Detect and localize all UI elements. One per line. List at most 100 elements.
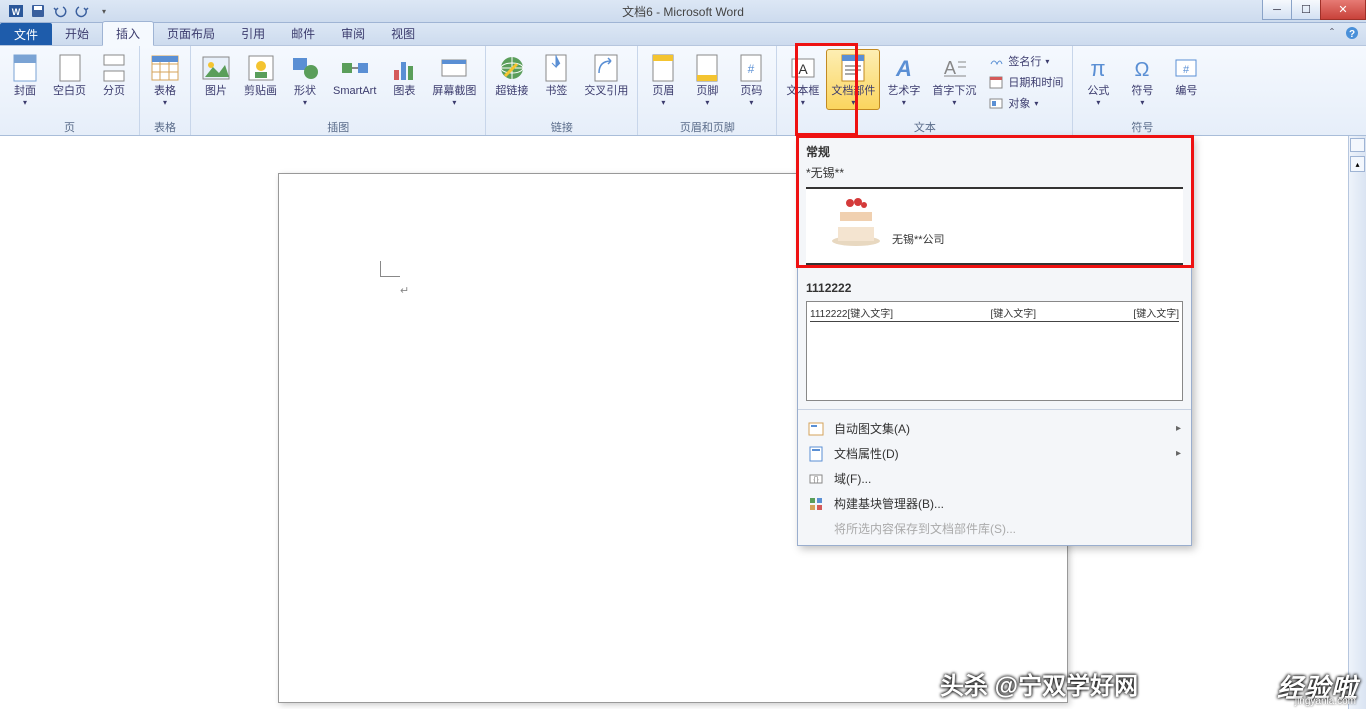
object-button[interactable]: 对象▾ bbox=[983, 93, 1068, 113]
group-symbols: π公式▾ Ω符号▾ #编号 符号 bbox=[1073, 46, 1211, 135]
docprop-icon bbox=[808, 446, 824, 462]
shapes-button[interactable]: 形状▾ bbox=[284, 49, 326, 110]
gallery-item-text: 无锡**公司 bbox=[892, 231, 945, 247]
chevron-right-icon: ▸ bbox=[1176, 448, 1181, 459]
svg-text:?: ? bbox=[1349, 29, 1355, 40]
menu-document-property[interactable]: 文档属性(D)▸ bbox=[798, 441, 1191, 466]
tab-layout[interactable]: 页面布局 bbox=[154, 22, 228, 45]
svg-text:A: A bbox=[895, 56, 912, 81]
tab-file[interactable]: 文件 bbox=[0, 23, 52, 45]
chevron-right-icon: ▸ bbox=[1176, 423, 1181, 434]
help-area: ˆ ? bbox=[1324, 25, 1360, 41]
help-icon[interactable]: ? bbox=[1344, 25, 1360, 41]
minimize-ribbon-icon[interactable]: ˆ bbox=[1324, 25, 1340, 41]
scroll-up-icon[interactable]: ▴ bbox=[1350, 156, 1365, 172]
svg-text:A: A bbox=[944, 58, 956, 78]
tab-review[interactable]: 审阅 bbox=[328, 22, 378, 45]
svg-text:A: A bbox=[798, 61, 808, 77]
ribbon-tabs: 文件 开始 插入 页面布局 引用 邮件 审阅 视图 ˆ ? bbox=[0, 23, 1366, 46]
svg-text:#: # bbox=[1183, 64, 1190, 76]
wordart-button[interactable]: A艺术字▾ bbox=[882, 49, 925, 110]
maximize-button[interactable]: ☐ bbox=[1291, 0, 1321, 20]
pagenum-button[interactable]: #页码▾ bbox=[730, 49, 772, 110]
symbol-button[interactable]: Ω符号▾ bbox=[1121, 49, 1163, 110]
equation-button[interactable]: π公式▾ bbox=[1077, 49, 1119, 110]
watermark-left: 头杀 @宁双学好网 bbox=[940, 666, 1138, 701]
window-controls: ─ ☐ ✕ bbox=[1262, 0, 1366, 20]
gallery-item-2[interactable]: 1112222[键入文字] [键入文字] [键入文字] bbox=[806, 301, 1183, 401]
chart-button[interactable]: 图表 bbox=[383, 49, 425, 101]
group-illustrations: 图片 剪贴画 形状▾ SmartArt 图表 屏幕截图▾ 插图 bbox=[191, 46, 486, 135]
footer-button[interactable]: 页脚▾ bbox=[686, 49, 728, 110]
titlebar: W ▾ 文档6 - Microsoft Word ─ ☐ ✕ bbox=[0, 0, 1366, 23]
ruler-toggle-icon[interactable] bbox=[1350, 138, 1365, 152]
signature-button[interactable]: 签名行▾ bbox=[983, 51, 1068, 71]
quick-parts-dropdown: 常规 *无锡** 无锡**公司 1112222 1112222[键入文字] [键… bbox=[797, 136, 1192, 546]
group-pages: 封面▾ 空白页 分页 页 bbox=[0, 46, 140, 135]
smartart-button[interactable]: SmartArt bbox=[328, 49, 381, 101]
quick-parts-button[interactable]: 文档部件▾ bbox=[826, 49, 880, 110]
minimize-button[interactable]: ─ bbox=[1262, 0, 1292, 20]
calendar-icon bbox=[988, 74, 1004, 90]
menu-autotext[interactable]: 自动图文集(A)▸ bbox=[798, 416, 1191, 441]
clipart-button[interactable]: 剪贴画 bbox=[239, 49, 282, 101]
qat-dropdown-icon[interactable]: ▾ bbox=[94, 2, 114, 20]
tab-view[interactable]: 视图 bbox=[378, 22, 428, 45]
dropcap-button[interactable]: A首字下沉▾ bbox=[927, 49, 981, 110]
paragraph-mark: ↵ bbox=[400, 284, 409, 297]
object-icon bbox=[988, 95, 1004, 111]
redo-icon[interactable] bbox=[72, 2, 92, 20]
signature-icon bbox=[988, 53, 1004, 69]
blocks-icon bbox=[808, 496, 824, 512]
quick-access-toolbar: W ▾ bbox=[0, 2, 114, 20]
undo-icon[interactable] bbox=[50, 2, 70, 20]
field-icon: {} bbox=[808, 471, 824, 487]
svg-text:π: π bbox=[1091, 56, 1106, 81]
dropdown-section-header: 常规 bbox=[798, 137, 1191, 162]
menu-field[interactable]: {} 域(F)... bbox=[798, 466, 1191, 491]
hyperlink-button[interactable]: 超链接 bbox=[490, 49, 533, 101]
save-icon[interactable] bbox=[28, 2, 48, 20]
tab-insert[interactable]: 插入 bbox=[102, 21, 154, 46]
save-selection-icon bbox=[808, 521, 824, 537]
margin-marker bbox=[380, 261, 400, 277]
page-break-button[interactable]: 分页 bbox=[93, 49, 135, 101]
blank-page-button[interactable]: 空白页 bbox=[48, 49, 91, 101]
watermark-url: jingyanla.com bbox=[1295, 696, 1356, 707]
screenshot-button[interactable]: 屏幕截图▾ bbox=[427, 49, 481, 110]
number-button[interactable]: #编号 bbox=[1165, 49, 1207, 101]
gallery-item-2-title: 1112222 bbox=[798, 273, 1191, 299]
close-button[interactable]: ✕ bbox=[1320, 0, 1366, 20]
datetime-button[interactable]: 日期和时间 bbox=[983, 72, 1068, 92]
svg-text:{}: {} bbox=[813, 475, 819, 484]
crossref-button[interactable]: 交叉引用 bbox=[579, 49, 633, 101]
word-icon[interactable]: W bbox=[6, 2, 26, 20]
svg-text:W: W bbox=[12, 7, 21, 17]
tab-references[interactable]: 引用 bbox=[228, 22, 278, 45]
menu-save-selection: 将所选内容保存到文档部件库(S)... bbox=[798, 516, 1191, 541]
separator bbox=[798, 409, 1191, 410]
textbox-button[interactable]: A文本框▾ bbox=[781, 49, 824, 110]
group-header-footer: 页眉▾ 页脚▾ #页码▾ 页眉和页脚 bbox=[638, 46, 777, 135]
tab-mailings[interactable]: 邮件 bbox=[278, 22, 328, 45]
ribbon: 封面▾ 空白页 分页 页 表格▾ 表格 图片 剪贴画 形状▾ SmartArt … bbox=[0, 46, 1366, 136]
group-links: 超链接 书签 交叉引用 链接 bbox=[486, 46, 638, 135]
autotext-icon bbox=[808, 421, 824, 437]
header-button[interactable]: 页眉▾ bbox=[642, 49, 684, 110]
cake-icon bbox=[828, 197, 884, 247]
window-title: 文档6 - Microsoft Word bbox=[0, 3, 1366, 20]
svg-text:Ω: Ω bbox=[1135, 59, 1150, 81]
tab-home[interactable]: 开始 bbox=[52, 22, 102, 45]
group-text: A文本框▾ 文档部件▾ A艺术字▾ A首字下沉▾ 签名行▾ 日期和时间 对象▾ … bbox=[777, 46, 1073, 135]
dropdown-menu: 自动图文集(A)▸ 文档属性(D)▸ {} 域(F)... 构建基块管理器(B)… bbox=[798, 412, 1191, 545]
bookmark-button[interactable]: 书签 bbox=[535, 49, 577, 101]
vertical-scrollbar[interactable] bbox=[1348, 136, 1366, 709]
svg-text:#: # bbox=[748, 62, 755, 76]
gallery-item-title: *无锡** bbox=[798, 162, 1191, 185]
group-tables: 表格▾ 表格 bbox=[140, 46, 191, 135]
table-button[interactable]: 表格▾ bbox=[144, 49, 186, 110]
cover-page-button[interactable]: 封面▾ bbox=[4, 49, 46, 110]
gallery-item-1[interactable]: 无锡**公司 bbox=[806, 187, 1183, 265]
picture-button[interactable]: 图片 bbox=[195, 49, 237, 101]
menu-building-blocks[interactable]: 构建基块管理器(B)... bbox=[798, 491, 1191, 516]
